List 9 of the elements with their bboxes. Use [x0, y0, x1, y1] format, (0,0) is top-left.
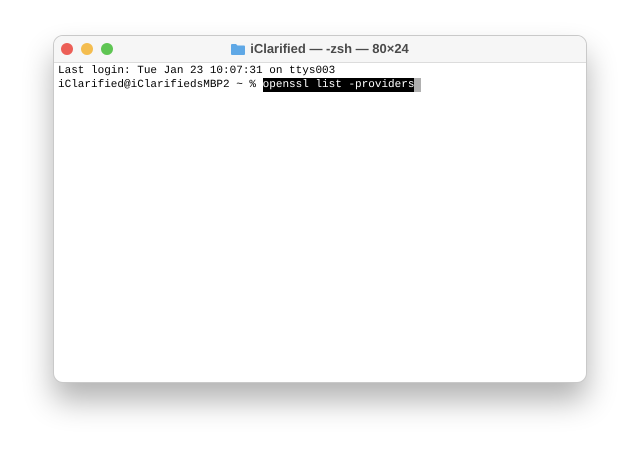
window-title: iClarified — -zsh — 80×24: [250, 40, 409, 58]
minimize-button[interactable]: [81, 43, 93, 55]
close-button[interactable]: [61, 43, 73, 55]
zoom-button[interactable]: [101, 43, 113, 55]
command-text: openssl list -providers: [262, 78, 414, 92]
text-cursor: [414, 78, 422, 92]
shell-prompt: iClarified@iClarifiedsMBP2 ~ %: [58, 78, 258, 92]
folder-icon: [231, 43, 246, 55]
terminal-output: Last login: Tue Jan 23 10:07:31 on ttys003: [58, 64, 336, 78]
